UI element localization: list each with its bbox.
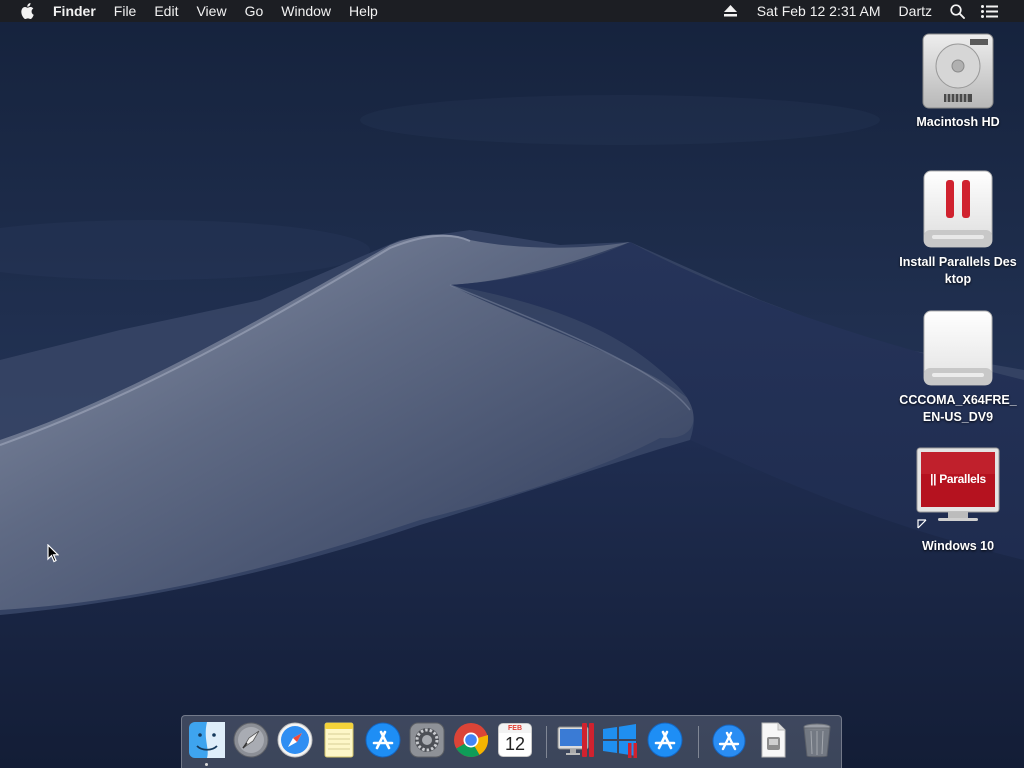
menu-app-finder[interactable]: Finder — [44, 0, 105, 22]
menu-help[interactable]: Help — [340, 0, 387, 22]
dock-app-store[interactable] — [364, 721, 402, 759]
notification-center-button[interactable] — [973, 0, 1006, 22]
trash-icon — [803, 723, 831, 758]
menu-go[interactable]: Go — [236, 0, 273, 22]
menu-bar: Finder File Edit View Go Window Help Sat… — [0, 0, 1024, 22]
app-store-icon — [647, 722, 683, 758]
menu-user[interactable]: Dartz — [891, 0, 942, 22]
apple-icon — [21, 3, 34, 19]
parallels-installer-disk-icon — [923, 170, 993, 248]
app-store-icon — [365, 722, 401, 758]
dock-system-preferences[interactable] — [408, 721, 446, 759]
downloads-folder-icon — [712, 724, 746, 758]
mouse-cursor-icon — [47, 544, 59, 563]
system-preferences-icon — [409, 722, 445, 758]
external-drive-icon — [923, 310, 993, 386]
menu-edit[interactable]: Edit — [145, 0, 187, 22]
parallels-control-center-icon — [557, 723, 594, 757]
dock-calendar[interactable]: FEB 12 — [496, 721, 534, 759]
desktop-icon-windows-10[interactable]: || Parallels Windows 10 — [898, 446, 1018, 555]
dock-parallels-control-center[interactable] — [556, 721, 594, 759]
dock-app-store-2[interactable] — [646, 721, 684, 759]
hard-drive-icon — [922, 33, 994, 109]
finder-icon — [189, 722, 225, 758]
eject-icon — [723, 5, 737, 17]
desktop-icon-label: Install Parallels Desktop — [899, 255, 1017, 286]
list-icon — [981, 4, 998, 18]
dock-applications-stack[interactable] — [710, 721, 748, 759]
menu-file[interactable]: File — [105, 0, 146, 22]
dock-document-stack[interactable] — [754, 721, 792, 759]
spotlight-button[interactable] — [942, 0, 973, 22]
dock-separator — [546, 726, 547, 758]
running-indicator — [205, 763, 208, 766]
desktop-icon-macintosh-hd[interactable]: Macintosh HD — [898, 30, 1018, 131]
apple-menu[interactable] — [0, 0, 44, 22]
safari-icon — [277, 722, 313, 758]
parallels-vm-icon: || Parallels — [914, 446, 1002, 532]
windows-parallels-icon — [603, 724, 637, 758]
dock-finder[interactable] — [188, 721, 226, 759]
desktop[interactable]: Finder File Edit View Go Window Help Sat… — [0, 0, 1024, 768]
document-icon — [761, 722, 786, 758]
dock-launchpad[interactable] — [232, 721, 270, 759]
menu-clock[interactable]: Sat Feb 12 2:31 AM — [745, 0, 891, 22]
desktop-icon-install-parallels[interactable]: Install Parallels Desktop — [898, 168, 1018, 288]
eject-menu[interactable] — [716, 0, 745, 22]
dock-safari[interactable] — [276, 721, 314, 759]
desktop-icon-label: CCCOMA_X64FRE_EN-US_DV9 — [899, 393, 1017, 424]
launchpad-icon — [233, 722, 269, 758]
notes-icon — [324, 722, 354, 758]
desktop-icon-label: Macintosh HD — [916, 115, 1000, 129]
calendar-day: 12 — [504, 734, 526, 754]
menu-window[interactable]: Window — [272, 0, 340, 22]
calendar-icon: FEB 12 — [498, 723, 532, 757]
parallels-badge-text: || Parallels — [930, 472, 986, 486]
desktop-icon-cccoma-drive[interactable]: CCCOMA_X64FRE_EN-US_DV9 — [898, 308, 1018, 426]
dock-chrome[interactable] — [452, 721, 490, 759]
dock-trash[interactable] — [798, 721, 836, 759]
dock-notes[interactable] — [320, 721, 358, 759]
dock: FEB 12 — [181, 715, 842, 768]
search-icon — [950, 3, 965, 19]
menu-view[interactable]: View — [187, 0, 235, 22]
calendar-month: FEB — [499, 724, 531, 733]
wallpaper-dunes — [0, 0, 1024, 768]
dock-windows-10[interactable] — [600, 721, 638, 759]
desktop-icon-label: Windows 10 — [921, 539, 995, 553]
chrome-icon — [454, 723, 488, 757]
dock-separator — [698, 726, 699, 758]
